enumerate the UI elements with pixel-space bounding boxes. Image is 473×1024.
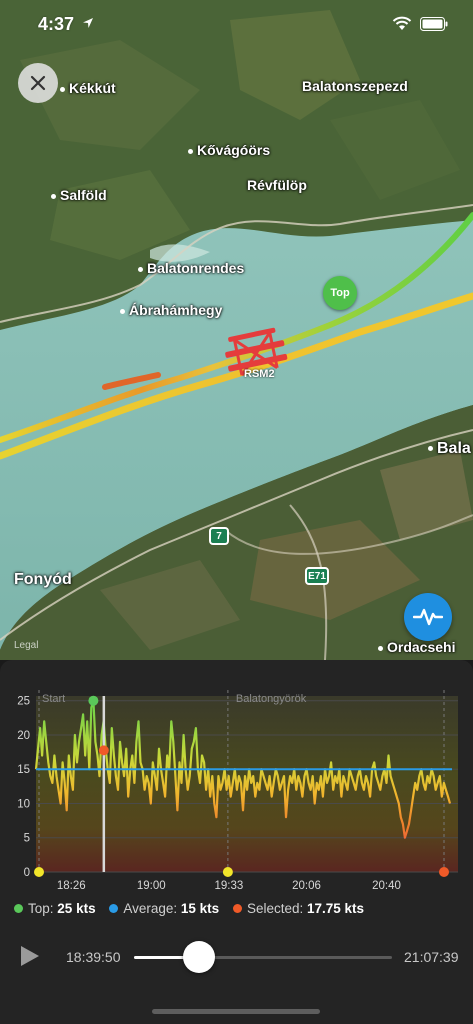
playback-end-time: 21:07:39 xyxy=(404,949,459,965)
place-kovagoors: Kővágóörs xyxy=(188,142,270,158)
close-button[interactable] xyxy=(18,63,58,103)
home-indicator[interactable] xyxy=(152,1009,320,1014)
map-view[interactable]: Kékkút Balatonszepezd Kővágóörs Salföld … xyxy=(0,0,473,660)
x-tick-label: 20:06 xyxy=(292,880,321,892)
play-button[interactable] xyxy=(18,945,40,967)
y-tick-label: 25 xyxy=(17,696,30,708)
y-tick-label: 5 xyxy=(24,833,30,845)
stats-panel: 25 20 15 10 5 0 Start Balatongyörök 18:26 19:00 19… xyxy=(0,660,473,1024)
place-balatonszepezd: Balatonszepezd xyxy=(302,78,408,94)
place-revfulop: Révfülöp xyxy=(247,177,307,193)
status-bar: 4:37 xyxy=(0,0,473,48)
road-shield-7: 7 xyxy=(209,527,229,545)
chart-legend: Top: 25 kts Average: 15 kts Selected: 17… xyxy=(14,901,464,916)
playback-slider-thumb[interactable] xyxy=(182,941,215,973)
location-arrow-icon xyxy=(83,18,93,28)
boat-label: RSM2 xyxy=(244,368,275,380)
activity-button[interactable] xyxy=(404,593,452,641)
x-tick-label: 19:00 xyxy=(137,880,166,892)
place-salfold: Salföld xyxy=(51,187,107,203)
wifi-icon xyxy=(392,16,412,30)
battery-icon xyxy=(420,17,448,31)
legend-average: Average: 15 kts xyxy=(109,901,219,916)
waypoint-point xyxy=(222,867,233,877)
legend-top-dot xyxy=(14,904,23,913)
legend-average-dot xyxy=(109,904,119,913)
y-tick-label: 20 xyxy=(17,730,30,742)
place-kekkut: Kékkút xyxy=(60,80,116,96)
top-point xyxy=(88,695,99,706)
status-time: 4:37 xyxy=(38,14,75,34)
end-point xyxy=(439,867,449,877)
place-balatonrendes: Balatonrendes xyxy=(138,260,244,276)
close-icon xyxy=(30,75,46,91)
activity-pulse-icon xyxy=(413,608,443,626)
place-fonyod: Fonyód xyxy=(14,571,72,588)
play-icon xyxy=(21,946,39,966)
x-tick-label: 19:33 xyxy=(214,880,243,892)
road-shield-e71: E71 xyxy=(305,567,329,585)
place-abrahamhegy: Ábrahámhegy xyxy=(120,302,222,318)
legal-link[interactable]: Legal xyxy=(14,640,38,651)
satellite-map xyxy=(0,0,473,660)
legend-selected: Selected: 17.75 kts xyxy=(232,901,364,916)
legend-top: Top: 25 kts xyxy=(14,901,96,916)
y-tick-label: 15 xyxy=(17,764,30,776)
place-bala: Bala xyxy=(428,440,471,458)
x-tick-label: 20:40 xyxy=(372,880,401,892)
place-ordacsehi: Ordacsehi xyxy=(378,639,455,655)
annotation-start: Start xyxy=(42,693,65,705)
legend-selected-dot xyxy=(232,904,242,913)
annotation-waypoint: Balatongyörök xyxy=(236,693,307,705)
speed-chart[interactable]: 25 20 15 10 5 0 Start Balatongyörök 18:26 19:00 19… xyxy=(0,660,473,895)
y-tick-label: 10 xyxy=(17,798,30,810)
y-tick-label: 0 xyxy=(24,867,30,879)
selected-point xyxy=(98,745,109,756)
top-speed-marker[interactable]: Top xyxy=(323,276,357,310)
playback-start-time: 18:39:50 xyxy=(66,949,121,965)
start-point xyxy=(34,867,44,877)
x-tick-label: 18:26 xyxy=(57,880,86,892)
playback-slider[interactable] xyxy=(134,956,392,959)
